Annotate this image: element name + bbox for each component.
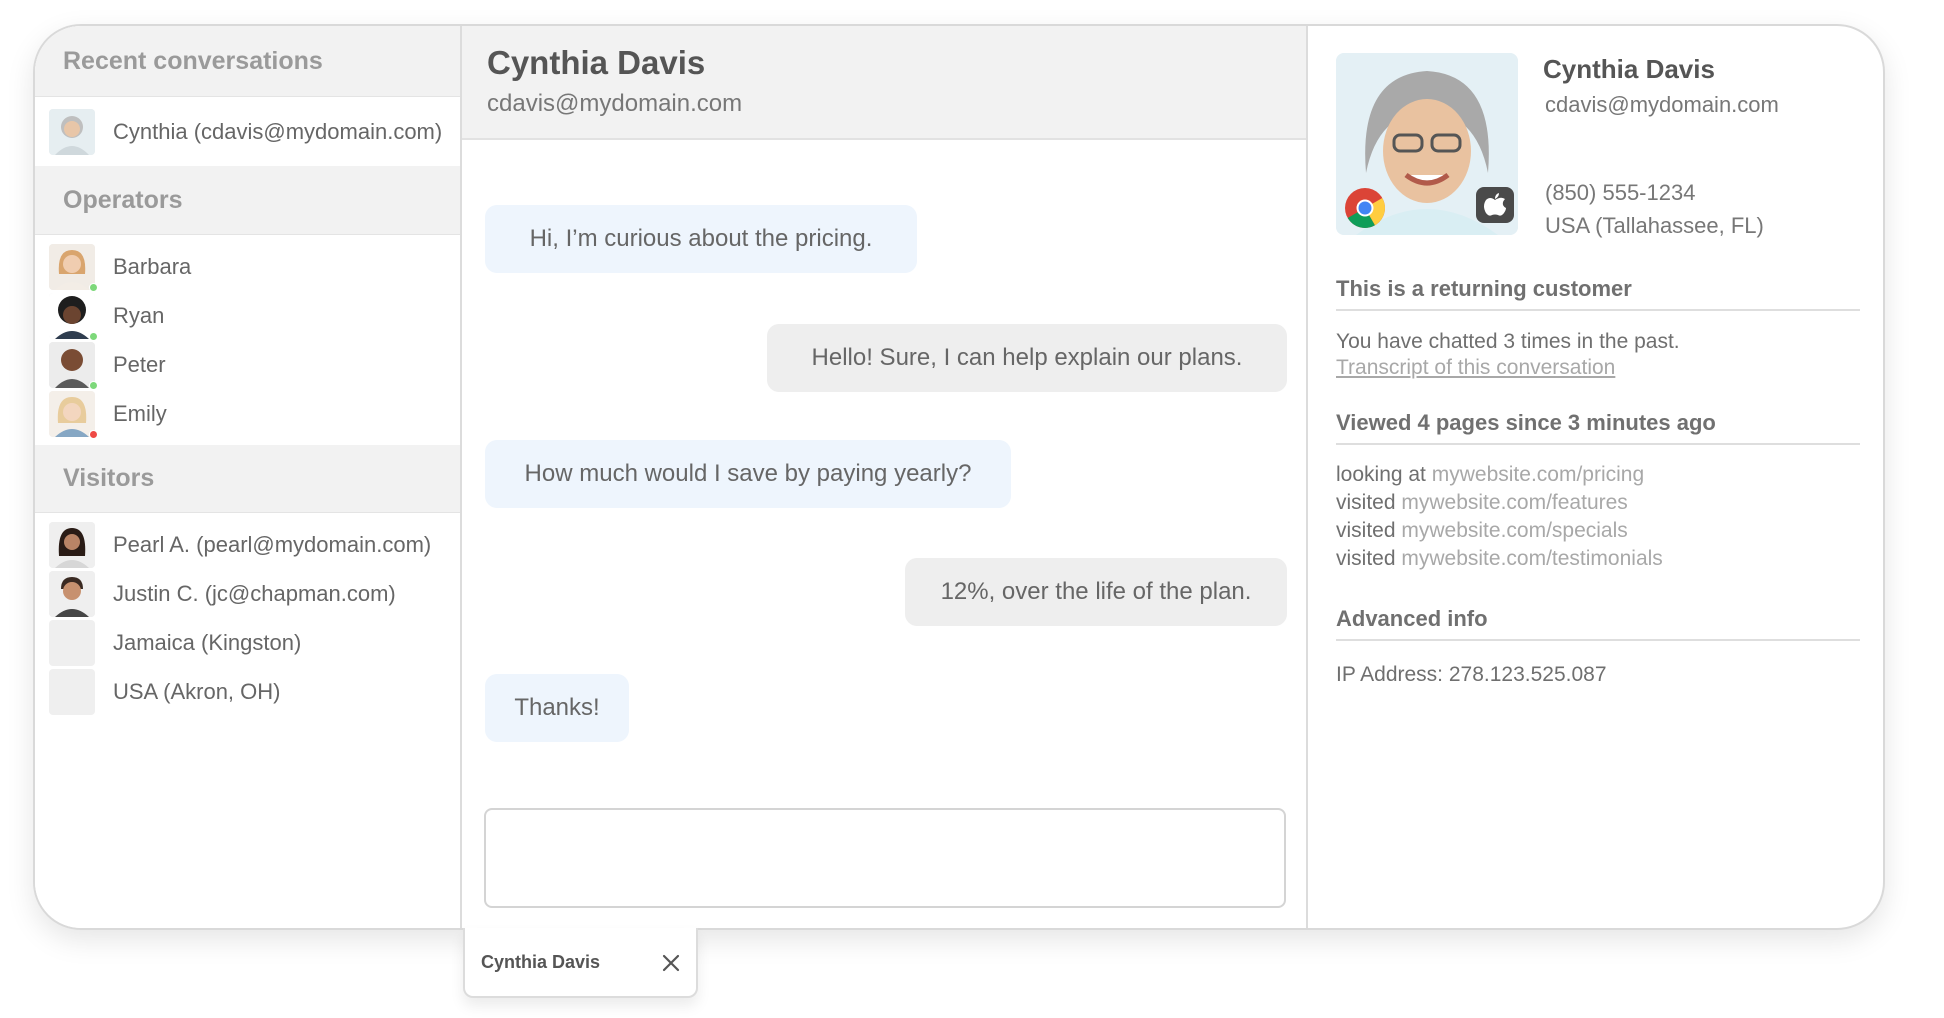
- recent-conversation-item[interactable]: Cynthia (cdavis@mydomain.com): [35, 97, 460, 166]
- message-bubble-operator: Hello! Sure, I can help explain our plan…: [767, 324, 1287, 392]
- avatar-placeholder: [49, 619, 95, 666]
- page-visit-item: visited mywebsite.com/specials: [1336, 517, 1860, 545]
- status-online-dot: [89, 380, 98, 390]
- page-action: looking at: [1336, 463, 1426, 486]
- message-bubble-visitor: Thanks!: [485, 674, 629, 742]
- chat-app-window: Recent conversations Cynthia (cdavis@myd…: [33, 24, 1885, 930]
- operator-name: Peter: [113, 351, 166, 377]
- page-visit-item: looking at mywebsite.com/pricing: [1336, 461, 1860, 489]
- avatar: [49, 521, 95, 568]
- chat-tab[interactable]: Cynthia Davis: [463, 928, 698, 998]
- status-online-dot: [89, 331, 98, 341]
- page-url[interactable]: mywebsite.com/features: [1401, 491, 1627, 514]
- page-url[interactable]: mywebsite.com/specials: [1401, 519, 1627, 542]
- profile-phone: (850) 555-1234: [1545, 180, 1696, 205]
- message-bubble-operator: 12%, over the life of the plan.: [905, 558, 1287, 626]
- avatar: [49, 341, 98, 390]
- status-busy-dot: [89, 429, 98, 439]
- profile-name: Cynthia Davis: [1543, 54, 1715, 84]
- chat-contact-name: Cynthia Davis: [487, 44, 706, 81]
- avatar: [49, 570, 95, 617]
- operator-name: Ryan: [113, 302, 165, 328]
- chat-tab-name: Cynthia Davis: [481, 951, 601, 972]
- visitors-list: Pearl A. (pearl@mydomain.com) Justin C. …: [35, 513, 460, 723]
- section-title: Advanced info: [1336, 606, 1860, 641]
- chat-header: Cynthia Davis cdavis@mydomain.com: [462, 26, 1306, 140]
- avatar: [49, 108, 95, 155]
- avatar: [49, 390, 98, 439]
- page-action: visited: [1336, 547, 1396, 570]
- visitor-label: Justin C. (jc@chapman.com): [113, 580, 396, 606]
- operator-item-peter[interactable]: Peter: [35, 340, 460, 390]
- advanced-info-section: Advanced info IP Address: 278.123.525.08…: [1336, 606, 1860, 689]
- avatar: [49, 292, 98, 341]
- message-input[interactable]: [484, 808, 1286, 908]
- page-visit-item: visited mywebsite.com/features: [1336, 489, 1860, 517]
- profile-location: USA (Tallahassee, FL): [1545, 213, 1764, 238]
- profile-photo: [1336, 53, 1518, 235]
- page-action: visited: [1336, 491, 1396, 514]
- page-list: looking at mywebsite.com/pricing visited…: [1336, 461, 1860, 573]
- page-url[interactable]: mywebsite.com/testimonials: [1401, 547, 1662, 570]
- visitor-label: Jamaica (Kingston): [113, 629, 302, 655]
- page-visit-item: visited mywebsite.com/testimonials: [1336, 545, 1860, 573]
- profile-email: cdavis@mydomain.com: [1545, 92, 1779, 117]
- operator-name: Emily: [113, 400, 167, 426]
- visitor-item[interactable]: Justin C. (jc@chapman.com): [35, 569, 460, 618]
- section-title: This is a returning customer: [1336, 276, 1860, 311]
- chrome-icon: [1345, 188, 1385, 228]
- recent-conversations-header: Recent conversations: [35, 26, 460, 97]
- sidebar: Recent conversations Cynthia (cdavis@myd…: [35, 26, 462, 928]
- chat-contact-email: cdavis@mydomain.com: [487, 90, 743, 117]
- transcript-link[interactable]: Transcript of this conversation: [1336, 356, 1615, 379]
- page-url[interactable]: mywebsite.com/pricing: [1432, 463, 1644, 486]
- section-title: Viewed 4 pages since 3 minutes ago: [1336, 410, 1860, 445]
- message-bubble-visitor: How much would I save by paying yearly?: [485, 440, 1011, 508]
- page-action: visited: [1336, 519, 1396, 542]
- message-bubble-visitor: Hi, I’m curious about the pricing.: [485, 205, 917, 273]
- chat-count-text: You have chatted 3 times in the past.: [1336, 330, 1680, 353]
- operator-item-emily[interactable]: Emily: [35, 389, 460, 439]
- visitor-item[interactable]: Pearl A. (pearl@mydomain.com): [35, 520, 460, 569]
- apple-icon: [1476, 187, 1514, 223]
- operator-name: Barbara: [113, 253, 192, 279]
- avatar: [49, 243, 98, 292]
- avatar-placeholder: [49, 668, 95, 715]
- returning-customer-section: This is a returning customer You have ch…: [1336, 276, 1860, 380]
- visitor-item[interactable]: Jamaica (Kingston): [35, 618, 460, 667]
- operator-item-ryan[interactable]: Ryan: [35, 291, 460, 341]
- viewed-pages-section: Viewed 4 pages since 3 minutes ago looki…: [1336, 410, 1860, 573]
- visitor-label: Pearl A. (pearl@mydomain.com): [113, 531, 432, 557]
- close-icon[interactable]: [660, 952, 682, 974]
- visitor-info-panel: Cynthia Davis cdavis@mydomain.com (850) …: [1308, 26, 1883, 928]
- visitor-label: USA (Akron, OH): [113, 678, 281, 704]
- chat-panel: Cynthia Davis cdavis@mydomain.com Hi, I’…: [462, 26, 1308, 928]
- visitors-header: Visitors: [35, 445, 460, 513]
- status-online-dot: [89, 282, 98, 292]
- visitor-item[interactable]: USA (Akron, OH): [35, 667, 460, 716]
- operators-header: Operators: [35, 166, 460, 235]
- ip-address: IP Address: 278.123.525.087: [1336, 663, 1607, 686]
- operators-list: Barbara Ryan Peter Emily: [35, 235, 460, 445]
- recent-conversation-label: Cynthia (cdavis@mydomain.com): [113, 118, 443, 144]
- operator-item-barbara[interactable]: Barbara: [35, 242, 460, 292]
